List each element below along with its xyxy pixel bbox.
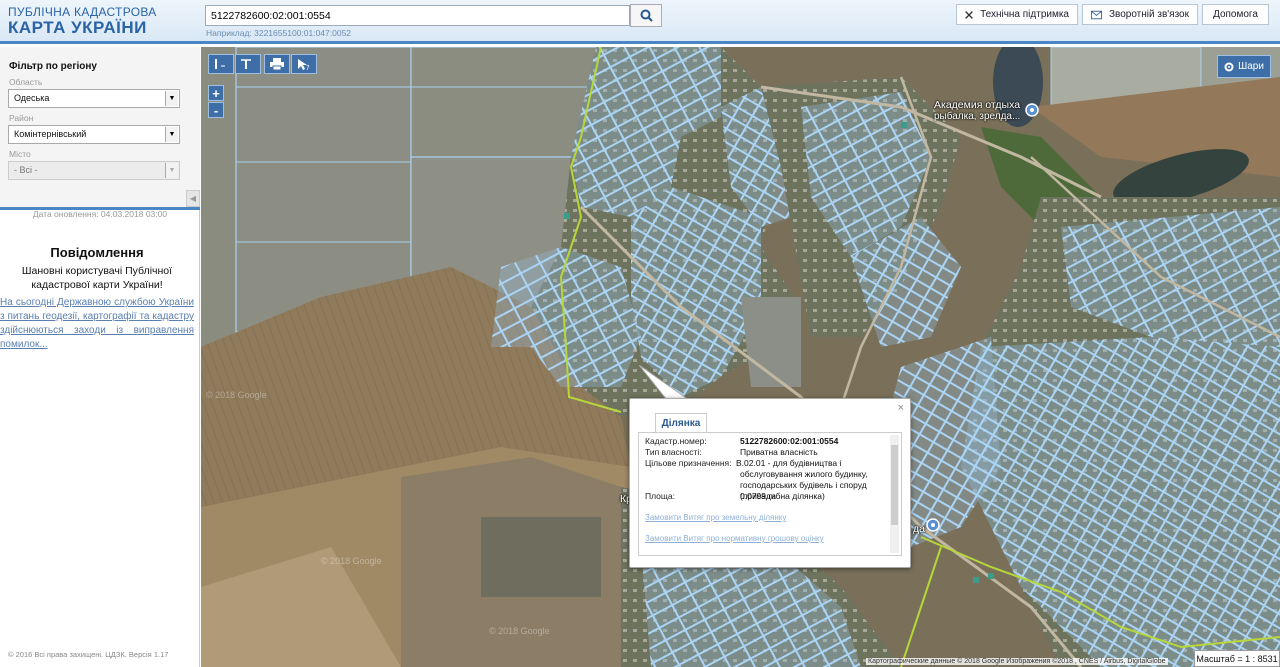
tools-icon [965,10,973,19]
map-scale: Масштаб = 1 : 8531 [1194,650,1280,667]
place-label: Академия отдыха [934,99,1021,111]
rayon-label: Район [9,113,34,123]
layers-button[interactable]: Шари [1217,55,1271,78]
search-example-hint: Наприклад: 3221655100:01:047:0052 [206,28,352,38]
measure-length-tool[interactable] [208,54,234,74]
parcel-info-popup: × Ділянка Кадастр.номер: 5122782600:02:0… [629,398,911,568]
map-canvas[interactable]: ? + - Шари Академия отдыха рыбалка, зрел… [201,47,1280,667]
tech-support-label: Технічна підтримка [980,9,1069,20]
zoom-out-button[interactable]: - [208,102,224,118]
close-icon[interactable]: × [898,402,904,414]
place-marker-icon[interactable] [926,518,940,532]
filter-title: Фільтр по регіону [9,61,97,72]
scrollbar-thumb[interactable] [891,445,898,525]
print-button[interactable] [264,54,290,74]
cadastral-number-value: 5122782600:02:001:0554 [740,436,839,446]
search-button[interactable] [630,4,662,27]
order-parcel-extract-link[interactable]: Замовити Витяг про земельну ділянку [645,513,786,522]
place-marker-icon[interactable] [1025,103,1039,117]
cadastral-search-input[interactable] [205,5,630,26]
satellite-imagery [201,47,1280,667]
purpose-label: Цільове призначення: [645,458,732,468]
city-select: - Всі - ▼ [8,161,180,180]
google-watermark: © 2018 Google [489,626,550,636]
place-label-sub: рыбалка, зрелда... [934,111,1021,122]
popup-pointer [639,365,689,401]
area-label: Площа: [645,491,675,501]
oblast-value: Одеська [14,93,50,103]
area-value: 0.0799 га [740,491,777,501]
region-filter-panel: Фільтр по регіону Область Одеська ▼ Райо… [0,47,200,207]
identify-tool[interactable]: ? [291,54,317,74]
logo-line-1: ПУБЛІЧНА КАДАСТРОВА [8,5,157,19]
envelope-icon [1091,10,1102,19]
map-attribution: Картографические данные © 2018 Google Из… [866,658,1168,665]
cursor-question-icon: ? [298,58,310,71]
help-button[interactable]: Допомога [1202,4,1269,25]
notice-text: Шановні користувачі Публічної кадастрово… [21,265,173,291]
area-icon [241,59,251,69]
printer-icon [270,58,284,70]
rayon-select[interactable]: Комінтернівський ▼ [8,125,180,144]
logo-line-2: КАРТА УКРАЇНИ [8,18,147,37]
site-logo[interactable]: ПУБЛІЧНА КАДАСТРОВА КАРТА УКРАЇНИ [8,6,157,36]
tech-support-button[interactable]: Технічна підтримка [956,4,1078,25]
cadastral-number-label: Кадастр.номер: [645,436,707,446]
oblast-select[interactable]: Одеська ▼ [8,89,180,108]
help-label: Допомога [1213,9,1258,20]
oblast-label: Область [9,77,43,87]
order-valuation-extract-link[interactable]: Замовити Витяг про нормативну грошову оц… [645,534,824,543]
rayon-value: Комінтернівський [14,129,87,139]
feedback-label: Зворотній зв'язок [1108,9,1189,20]
chevron-down-icon: ▼ [165,127,178,142]
popup-scrollbar[interactable] [890,435,899,553]
ruler-icon [215,59,225,69]
layers-label: Шари [1238,61,1264,72]
header: ПУБЛІЧНА КАДАСТРОВА КАРТА УКРАЇНИ Наприк… [0,0,1280,44]
update-date: Дата оновлення: 04.03.2018 03:00 [32,209,168,219]
sidebar: Фільтр по регіону Область Одеська ▼ Райо… [0,47,200,667]
feedback-button[interactable]: Зворотній зв'язок [1082,4,1198,25]
tab-parcel[interactable]: Ділянка [655,413,707,432]
gear-icon [1224,62,1234,71]
chevron-down-icon: ▼ [165,163,178,178]
copyright: © 2016 Всі права захищені. ЦДЗК. Версія … [8,650,169,659]
collapse-sidebar-button[interactable]: ◀ [186,190,200,207]
notice-link[interactable]: На сьогодні Державною службою України з … [0,296,194,352]
measure-area-tool[interactable] [235,54,261,74]
parcel-details: Кадастр.номер: 5122782600:02:001:0554 Ти… [638,432,902,556]
ownership-type-value: Приватна власність [740,447,818,457]
svg-text:?: ? [306,64,310,71]
notice-title: Повідомлення [50,245,144,260]
place-label-fragment: да [913,523,925,535]
ownership-type-label: Тип власності: [645,447,702,457]
city-value: - Всі - [14,165,38,175]
search-icon [640,9,653,22]
zoom-in-button[interactable]: + [208,85,224,101]
google-watermark: © 2018 Google [206,390,267,400]
city-label: Місто [9,149,31,159]
chevron-down-icon: ▼ [165,91,178,106]
google-watermark: © 2018 Google [321,556,382,566]
